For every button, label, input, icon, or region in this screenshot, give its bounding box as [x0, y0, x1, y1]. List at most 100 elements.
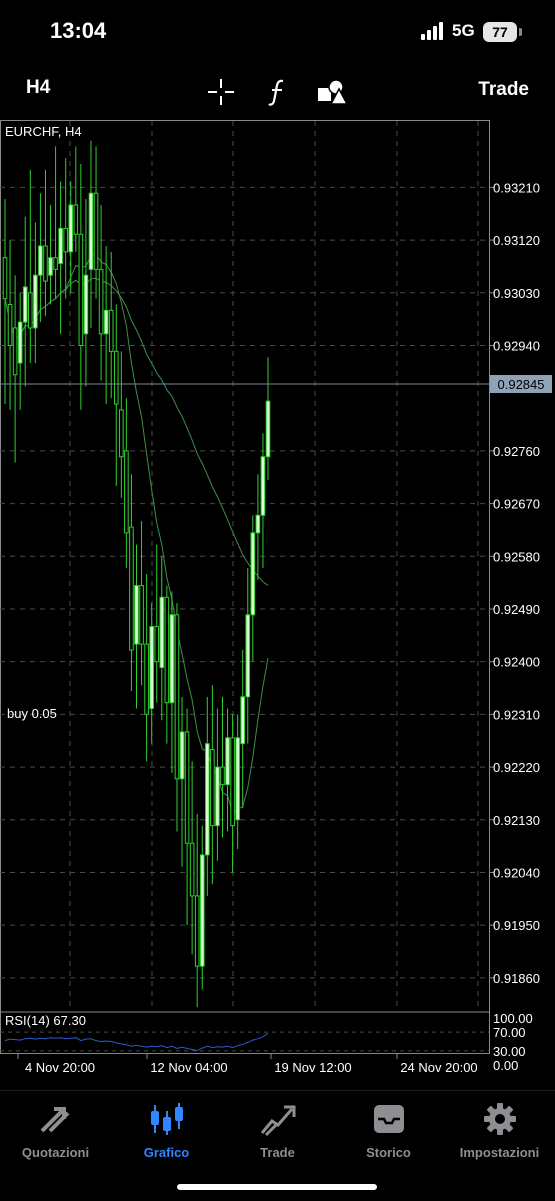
time-label: 24 Nov 20:00 — [400, 1060, 477, 1075]
price-chart[interactable]: 100.00 70.00 30.00 0.00 0.93210 0.93120 0.930… — [0, 120, 555, 1075]
candlestick-icon — [111, 1099, 222, 1139]
time-axis: 4 Nov 20:00 12 Nov 04:00 19 Nov 12:00 24 No… — [17, 1054, 478, 1075]
price-label: 0.92580 — [493, 549, 540, 564]
grid-lines — [0, 121, 489, 1010]
price-label: 0.92310 — [493, 707, 540, 722]
price-label: 0.92670 — [493, 497, 540, 512]
tab-label: Impostazioni — [459, 1145, 540, 1160]
time-label: 19 Nov 12:00 — [274, 1060, 351, 1075]
candle-up — [17, 321, 23, 364]
order-label: buy 0.05 — [7, 706, 57, 721]
candle-up — [260, 456, 266, 516]
indicators-icon[interactable] — [260, 74, 296, 110]
candles — [2, 140, 271, 1008]
candle-down — [220, 766, 225, 786]
candle-down — [154, 626, 160, 663]
trade-button[interactable]: Trade — [478, 79, 529, 101]
history-inbox-icon — [333, 1099, 444, 1139]
candle-up — [159, 596, 165, 669]
objects-icon[interactable] — [314, 74, 350, 110]
candle-down — [119, 409, 124, 458]
candle-up — [250, 532, 256, 616]
candle-down — [194, 895, 200, 967]
candle-up — [215, 766, 220, 827]
candle-down — [230, 737, 235, 827]
price-label: 0.92490 — [493, 602, 540, 617]
candle-down — [113, 350, 119, 405]
candle-down — [73, 204, 79, 235]
candle-down — [12, 327, 18, 376]
candle-up — [240, 696, 246, 745]
tab-impostazioni[interactable]: Impostazioni — [444, 1099, 555, 1160]
price-label: 0.92760 — [493, 444, 540, 459]
candle-down — [63, 227, 68, 253]
tab-grafico[interactable]: Grafico — [111, 1099, 222, 1160]
candle-down — [124, 450, 129, 534]
candle-down — [53, 257, 58, 270]
candle-down — [27, 292, 33, 329]
crosshair-icon[interactable] — [203, 74, 239, 110]
candle-down — [108, 309, 114, 352]
tab-label: Trade — [260, 1145, 295, 1160]
candle-up — [68, 204, 74, 253]
candle-down — [78, 233, 84, 346]
price-label: 0.92940 — [493, 339, 540, 354]
price-label: 0.93120 — [493, 233, 540, 248]
tab-label: Quotazioni — [21, 1145, 90, 1160]
price-label: 0.92130 — [493, 813, 540, 828]
moving-average-fast — [4, 254, 269, 814]
candle-down — [144, 643, 149, 715]
candle-up — [205, 743, 210, 856]
candle-up — [83, 274, 89, 335]
price-label: 0.92400 — [493, 655, 540, 670]
moving-average-slow — [4, 277, 269, 586]
candle-down — [7, 304, 13, 346]
candle-up — [235, 737, 240, 821]
price-axis: 0.93210 0.93120 0.93030 0.92940 0.92760 0.926… — [489, 180, 540, 986]
rsi-level-label: 0.00 — [493, 1058, 518, 1073]
candle-up — [255, 514, 261, 534]
candle-up — [58, 227, 63, 265]
candle-down — [139, 585, 144, 645]
candle-down — [174, 614, 180, 780]
status-bar: 13:04 5G 77 — [0, 0, 555, 62]
candle-up — [265, 400, 271, 458]
candle-up — [225, 737, 230, 786]
symbol-label: EURCHF, H4 — [5, 124, 82, 139]
current-price-label: 0.92845 — [498, 377, 545, 392]
candle-down — [93, 192, 99, 270]
chart-frame — [0, 120, 490, 1054]
moving-average — [4, 254, 269, 814]
candle-up — [38, 245, 43, 276]
tab-label: Storico — [366, 1145, 411, 1160]
network-type: 5G — [452, 21, 475, 40]
candle-down — [98, 268, 104, 335]
tab-trade[interactable]: Trade — [222, 1099, 333, 1160]
price-label: 0.93030 — [493, 286, 540, 301]
timeframe-button[interactable]: H4 — [26, 77, 50, 99]
rsi-line — [4, 1032, 269, 1051]
settings-gear-icon — [444, 1099, 555, 1139]
candle-up — [134, 585, 139, 645]
candle-down — [164, 596, 170, 704]
tab-storico[interactable]: Storico — [333, 1099, 444, 1160]
candle-down — [210, 749, 215, 827]
candle-up — [33, 274, 38, 329]
chart-canvas[interactable]: 100.0070.00 30.000.00 0.93210 0.93120 0.930… — [0, 120, 555, 1075]
quotes-arrows-icon — [0, 1099, 111, 1139]
tab-label: Grafico — [143, 1145, 190, 1160]
rsi-level-label: 30.00 — [493, 1044, 526, 1059]
home-indicator — [177, 1184, 377, 1190]
candle-up — [179, 731, 185, 780]
candle-up — [199, 854, 205, 967]
price-label: 0.92040 — [493, 865, 540, 880]
price-label: 0.92220 — [493, 760, 540, 775]
rsi-level-label: 70.00 — [493, 1025, 526, 1040]
time-label: 4 Nov 20:00 — [25, 1060, 95, 1075]
cellular-signal-icon — [421, 22, 443, 40]
trade-chart-icon — [222, 1099, 333, 1139]
rsi-level-label: 100.00 — [493, 1011, 533, 1026]
candle-down — [43, 245, 48, 282]
tab-quotazioni[interactable]: Quotazioni — [0, 1099, 111, 1160]
candle-up — [103, 309, 109, 335]
